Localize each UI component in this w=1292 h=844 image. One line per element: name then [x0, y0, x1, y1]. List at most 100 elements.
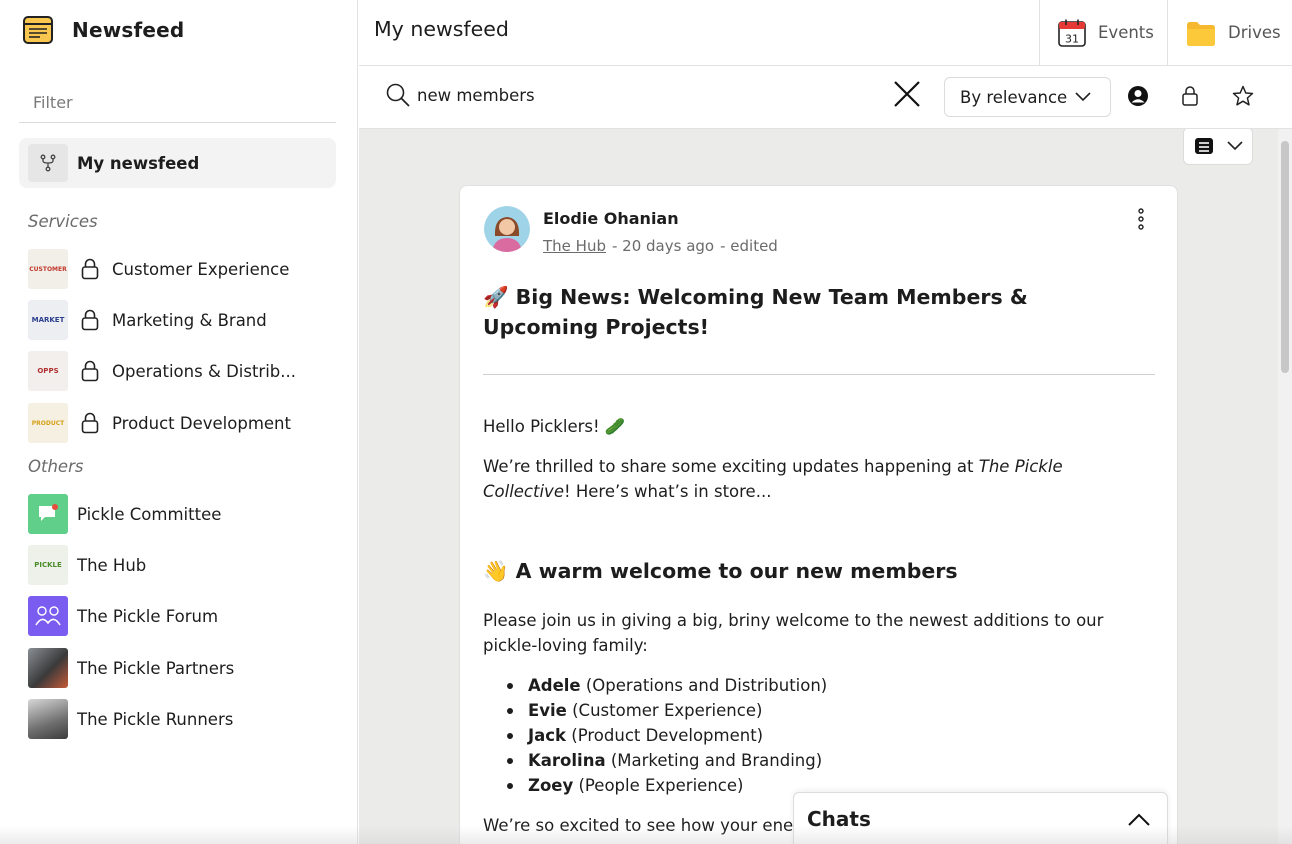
sidebar-item-the-pickle-forum[interactable]: The Pickle Forum	[28, 596, 338, 636]
member-name: Zoey	[528, 776, 574, 795]
section-heading: 👋 A warm welcome to our new members	[483, 559, 958, 583]
thumb-text: CUSTOMER	[29, 265, 67, 273]
space-thumbnail: OPPS	[28, 351, 68, 391]
author-avatar[interactable]	[484, 206, 530, 252]
search-input[interactable]	[417, 80, 877, 110]
chevron-up-icon[interactable]	[1127, 811, 1151, 827]
filter-input[interactable]	[19, 82, 336, 123]
user-circle-icon[interactable]	[1126, 84, 1150, 108]
thumb-text: OPPS	[37, 367, 59, 375]
sidebar-item-pickle-committee[interactable]: Pickle Committee	[28, 494, 338, 534]
drives-label: Drives	[1228, 23, 1281, 42]
post-title: 🚀 Big News: Welcoming New Team Members &…	[483, 285, 1028, 339]
welcome-paragraph: Please join us in giving a big, briny we…	[483, 611, 1104, 655]
chats-panel[interactable]: Chats	[793, 792, 1168, 844]
calendar-day: 31	[1065, 32, 1079, 45]
thumb-text: PICKLE	[34, 561, 62, 569]
member-team: (Operations and Distribution)	[580, 676, 828, 695]
space-thumbnail: MARKET	[28, 300, 68, 340]
scrollbar[interactable]	[1278, 129, 1292, 844]
newsfeed-logo-icon	[23, 16, 53, 44]
post-intro: We’re thrilled to share some exciting up…	[483, 454, 1155, 504]
folder-icon	[1187, 21, 1215, 46]
handshake-photo	[28, 648, 68, 688]
list-view-icon	[1195, 138, 1213, 154]
sidebar-item-product-development[interactable]: PRODUCT Product Development	[28, 403, 338, 443]
sort-label: By relevance	[960, 87, 1068, 107]
runner-photo	[28, 699, 68, 739]
post-greeting: Hello Picklers! 🥒	[483, 417, 626, 436]
view-mode-toggle[interactable]	[1183, 129, 1253, 165]
chevron-down-icon	[1227, 141, 1243, 151]
others-section-title: Others	[28, 457, 84, 476]
member-team: (Customer Experience)	[566, 701, 763, 720]
lock-icon	[81, 412, 99, 434]
drives-link[interactable]: Drives	[1167, 0, 1292, 65]
fork-icon	[28, 144, 68, 182]
intro-text: We’re thrilled to share some exciting up…	[483, 457, 979, 476]
calendar-icon: 31	[1058, 19, 1086, 47]
scrollbar-thumb[interactable]	[1281, 141, 1289, 373]
sidebar-item-label: Marketing & Brand	[112, 310, 267, 330]
list-item: Jack (Product Development)	[505, 723, 827, 748]
more-options-icon[interactable]	[1133, 208, 1149, 230]
star-icon[interactable]	[1231, 84, 1255, 108]
sidebar-item-marketing-brand[interactable]: MARKET Marketing & Brand	[28, 300, 338, 340]
hands-icon	[28, 596, 68, 636]
member-team: (People Experience)	[573, 776, 744, 795]
member-team: (Marketing and Branding)	[605, 751, 823, 770]
space-thumbnail: CUSTOMER	[28, 249, 68, 289]
sidebar-item-label: The Pickle Partners	[77, 658, 235, 678]
sidebar-item-operations-distribution[interactable]: OPPS Operations & Distrib...	[28, 351, 338, 391]
newsfeed-main: Elodie Ohanian The Hub - 20 days ago - e…	[359, 129, 1292, 844]
search-icon	[386, 83, 410, 107]
lock-icon	[81, 309, 99, 331]
thumb-text: MARKET	[31, 316, 65, 324]
member-name: Evie	[528, 701, 567, 720]
lock-icon[interactable]	[1178, 84, 1202, 108]
sidebar-item-the-pickle-runners[interactable]: The Pickle Runners	[28, 699, 338, 739]
sidebar-item-the-pickle-partners[interactable]: The Pickle Partners	[28, 648, 338, 688]
list-item: Adele (Operations and Distribution)	[505, 673, 827, 698]
sort-select[interactable]: By relevance	[944, 77, 1111, 117]
sidebar-item-customer-experience[interactable]: CUSTOMER Customer Experience	[28, 249, 338, 289]
sidebar-item-label: My newsfeed	[77, 153, 200, 173]
brand[interactable]: Newsfeed	[22, 14, 184, 46]
sidebar-item-label: Product Development	[112, 413, 291, 433]
list-item: Evie (Customer Experience)	[505, 698, 827, 723]
member-name: Jack	[528, 726, 567, 745]
lock-icon	[81, 360, 99, 382]
sidebar-item-label: Operations & Distrib...	[112, 361, 296, 381]
search-bar: By relevance	[359, 66, 1292, 129]
app-title: Newsfeed	[72, 18, 185, 42]
sidebar-item-label: The Hub	[77, 555, 147, 575]
sidebar-item-label: Pickle Committee	[77, 504, 222, 524]
space-thumbnail: PICKLE	[28, 545, 68, 585]
list-item: Zoey (People Experience)	[505, 773, 827, 798]
events-link[interactable]: 31 Events	[1039, 0, 1183, 65]
thumb-text: PRODUCT	[31, 419, 65, 427]
top-bar: My newsfeed 31 Events Drives	[359, 0, 1292, 66]
chevron-down-icon	[1075, 92, 1091, 102]
divider	[483, 374, 1155, 375]
sidebar-item-label: Customer Experience	[112, 259, 290, 279]
chat-bubble-icon	[28, 494, 68, 534]
space-thumbnail: PRODUCT	[28, 403, 68, 443]
services-section-title: Services	[28, 212, 98, 231]
post-time: - 20 days ago	[611, 237, 715, 255]
sidebar-item-my-newsfeed[interactable]: My newsfeed	[19, 138, 336, 188]
hub-link[interactable]: The Hub	[543, 237, 606, 255]
sidebar-item-label: The Pickle Runners	[77, 709, 234, 729]
author-name[interactable]: Elodie Ohanian	[543, 209, 679, 228]
intro-text-end: ! Here’s what’s in store...	[563, 482, 772, 501]
sidebar-item-the-hub[interactable]: PICKLE The Hub	[28, 545, 338, 585]
member-name: Adele	[528, 676, 581, 695]
member-team: (Product Development)	[566, 726, 764, 745]
sidebar-item-label: The Pickle Forum	[77, 606, 219, 626]
post-card: Elodie Ohanian The Hub - 20 days ago - e…	[459, 185, 1178, 844]
post-meta: The Hub - 20 days ago - edited	[543, 237, 784, 255]
chats-title: Chats	[807, 807, 871, 831]
members-list: Adele (Operations and Distribution) Evie…	[505, 673, 827, 798]
list-item: Karolina (Marketing and Branding)	[505, 748, 827, 773]
close-icon[interactable]	[893, 80, 921, 108]
